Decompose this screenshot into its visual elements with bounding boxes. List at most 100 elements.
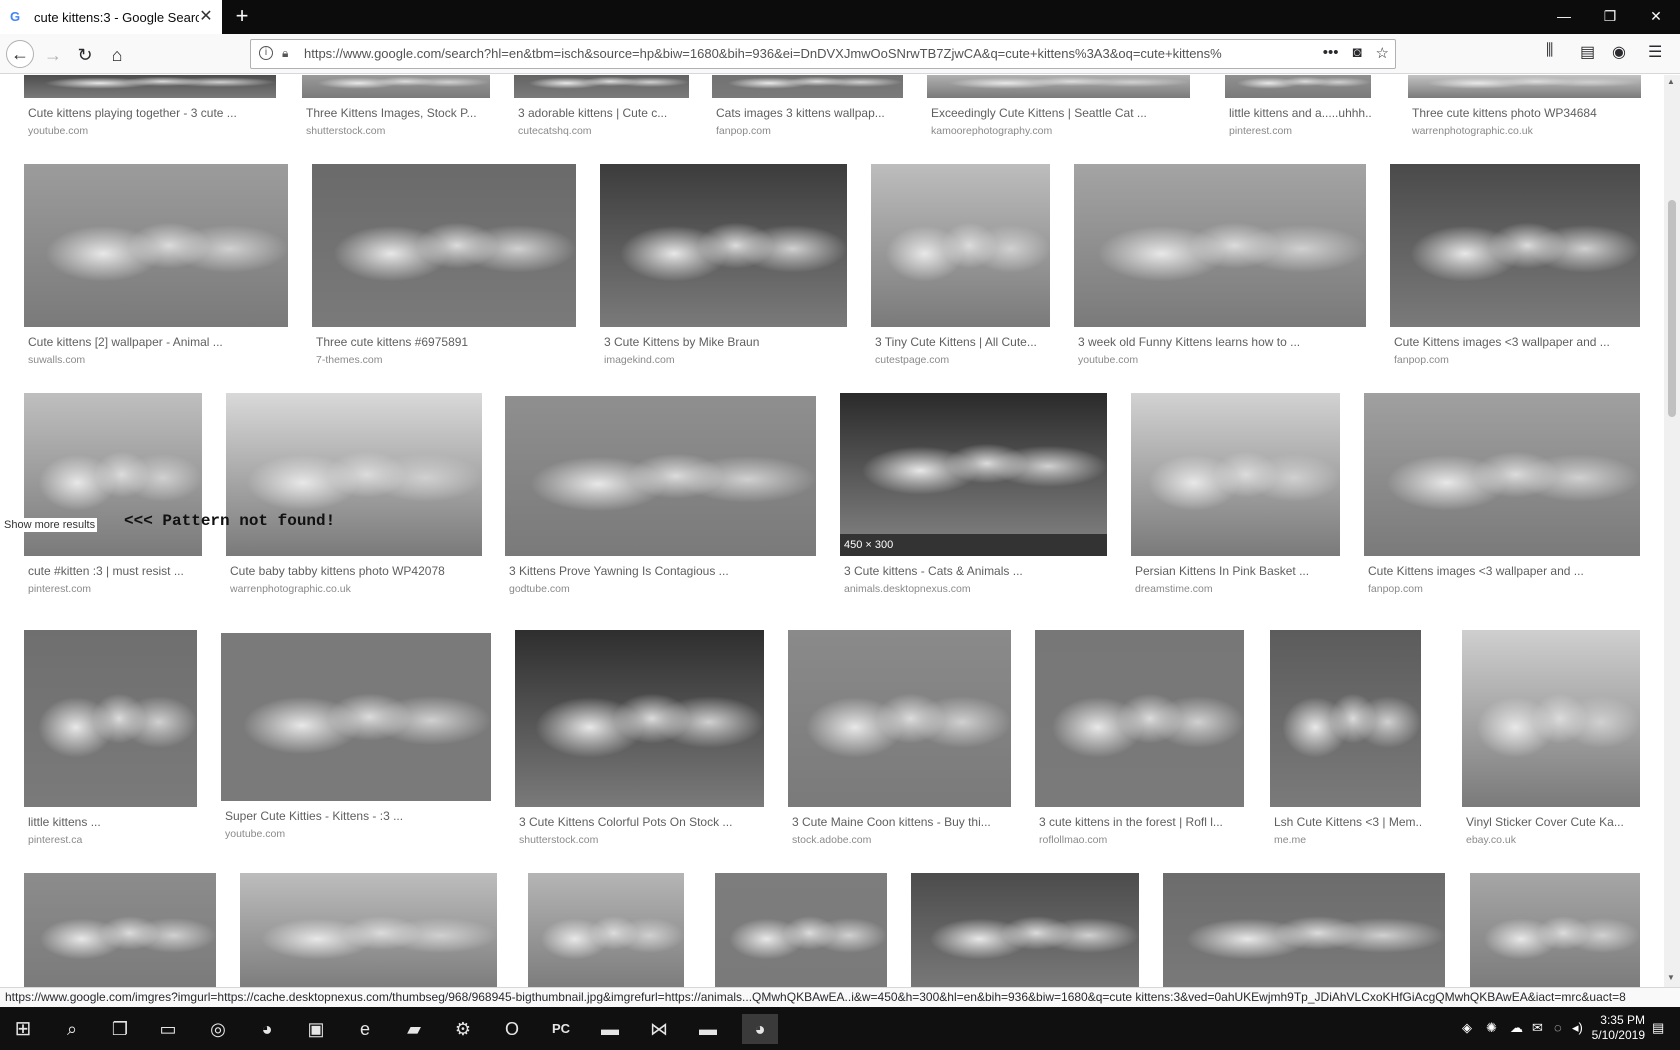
kitten-thumbnail-image[interactable] [1270,630,1421,807]
kitten-thumbnail-image[interactable] [1364,393,1640,556]
image-source-domain[interactable]: ebay.co.uk [1466,834,1640,846]
info-icon[interactable]: i [259,46,273,60]
terminal-icon[interactable]: ▬ [595,1014,625,1044]
firefox-icon[interactable]: ◕ [252,1014,282,1044]
visual-studio-icon[interactable]: ⋈ [644,1014,674,1044]
kitten-thumbnail-image[interactable] [1408,75,1641,98]
minimize-icon[interactable]: — [1541,0,1587,34]
image-caption[interactable]: 3 Cute Maine Coon kittens - Buy thi... [792,815,1011,829]
action-center-icon[interactable]: ▤ [1652,1020,1664,1036]
kitten-thumbnail-image[interactable] [1131,393,1340,556]
image-caption[interactable]: Three Kittens Images, Stock P... [306,106,490,120]
kitten-thumbnail-image[interactable] [712,75,903,98]
image-caption[interactable]: Persian Kittens In Pink Basket ... [1135,564,1340,578]
image-source-domain[interactable]: pinterest.ca [28,834,197,846]
image-source-domain[interactable]: shutterstock.com [519,834,764,846]
image-caption[interactable]: 3 Tiny Cute Kittens | All Cute... [875,335,1050,349]
browser-tab[interactable]: G cute kittens:3 - Google Search ✕ [0,0,222,34]
forward-arrow-icon[interactable]: → [40,42,66,68]
kitten-thumbnail-image[interactable] [221,633,491,801]
cloud-tray-icon[interactable]: ☁ [1510,1020,1523,1036]
image-caption[interactable]: little kittens and a.....uhhh.... [1229,106,1371,120]
image-source-domain[interactable]: imagekind.com [604,354,847,366]
image-source-domain[interactable]: suwalls.com [28,354,288,366]
image-caption[interactable]: Three cute kittens photo WP34684 [1412,106,1641,120]
folder-icon[interactable]: ▰ [399,1014,429,1044]
image-source-domain[interactable]: kamoorephotography.com [931,125,1190,137]
kitten-thumbnail-image[interactable] [24,630,197,807]
maximize-icon[interactable]: ❐ [1587,0,1633,34]
new-tab-plus-icon[interactable]: + [230,5,254,29]
image-caption[interactable]: 3 Kittens Prove Yawning Is Contagious ..… [509,564,816,578]
kitten-thumbnail-image[interactable] [840,393,1107,534]
vertical-scrollbar[interactable]: ▲ ▼ [1664,75,1680,987]
search-icon[interactable]: ⌕ [57,1014,87,1044]
kitten-thumbnail-image[interactable] [24,873,216,987]
kitten-thumbnail-image[interactable] [240,873,497,987]
image-source-domain[interactable]: warrenphotographic.co.uk [1412,125,1641,137]
image-caption[interactable]: 3 week old Funny Kittens learns how to .… [1078,335,1366,349]
image-caption[interactable]: Exceedingly Cute Kittens | Seattle Cat .… [931,106,1190,120]
image-source-domain[interactable]: pinterest.com [28,583,202,595]
kitten-thumbnail-image[interactable] [528,873,684,987]
kitten-thumbnail-image[interactable] [505,396,816,556]
image-source-domain[interactable]: youtube.com [1078,354,1366,366]
image-caption[interactable]: Cute kittens playing together - 3 cute .… [28,106,276,120]
image-source-domain[interactable]: 7-themes.com [316,354,576,366]
image-caption[interactable]: 3 Cute Kittens Colorful Pots On Stock ..… [519,815,764,829]
notification-tray-icon[interactable]: ✉ [1532,1020,1543,1036]
settings-tray-icon[interactable]: ✺ [1486,1020,1497,1036]
kitten-thumbnail-image[interactable] [302,75,490,98]
kitten-thumbnail-image[interactable] [871,164,1050,327]
image-source-domain[interactable]: youtube.com [28,125,276,137]
image-source-domain[interactable]: warrenphotographic.co.uk [230,583,482,595]
image-caption[interactable]: Lsh Cute Kittens <3 | Mem... [1274,815,1421,829]
kitten-thumbnail-image[interactable] [24,164,288,327]
kitten-thumbnail-image[interactable] [600,164,847,327]
steam-icon[interactable]: ⚙ [448,1014,478,1044]
image-source-domain[interactable]: godtube.com [509,583,816,595]
kitten-thumbnail-image[interactable] [312,164,576,327]
chrome-icon[interactable]: ◎ [203,1014,233,1044]
home-icon[interactable]: ⌂ [104,42,130,68]
image-source-domain[interactable]: pinterest.com [1229,125,1371,137]
image-caption[interactable]: Cute kittens [2] wallpaper - Animal ... [28,335,288,349]
image-caption[interactable]: Cute baby tabby kittens photo WP42078 [230,564,482,578]
scroll-up-arrow-icon[interactable]: ▲ [1667,77,1675,86]
hamburger-menu-icon[interactable]: ☰ [1648,42,1662,62]
scrollbar-thumb[interactable] [1668,200,1676,417]
image-source-domain[interactable]: youtube.com [225,828,491,840]
image-caption[interactable]: Super Cute Kitties - Kittens - :3 ... [225,809,491,823]
image-source-domain[interactable]: shutterstock.com [306,125,490,137]
close-window-icon[interactable]: ✕ [1633,0,1679,34]
url-bar[interactable]: i 🔒︎ https://www.google.com/search?hl=en… [250,39,1396,69]
kitten-thumbnail-image[interactable] [927,75,1190,98]
kitten-thumbnail-image[interactable] [1462,630,1640,807]
pycharm-icon[interactable]: PC [546,1014,576,1044]
file-explorer-icon[interactable]: ▭ [153,1014,183,1044]
kitten-thumbnail-image[interactable] [1470,873,1640,987]
kitten-thumbnail-image[interactable] [788,630,1011,807]
image-source-domain[interactable]: fanpop.com [1394,354,1640,366]
kitten-thumbnail-image[interactable] [911,873,1139,987]
sidebar-icon[interactable]: ▤ [1580,42,1595,62]
wifi-tray-icon[interactable]: ◌ [1554,1020,1562,1035]
save-disk-icon[interactable]: ▣ [301,1014,331,1044]
windows-start-icon[interactable]: ⊞ [8,1014,38,1044]
network-tray-icon[interactable]: ◈ [1462,1020,1472,1036]
more-horizontal-icon[interactable]: ••• [1323,44,1339,62]
firefox-active-icon[interactable]: ◕ [742,1014,778,1044]
clock[interactable]: 3:35 PM 5/10/2019 [1585,1013,1645,1043]
image-source-domain[interactable]: cutestpage.com [875,354,1050,366]
image-caption[interactable]: 3 Cute kittens - Cats & Animals ... [844,564,1107,578]
image-caption[interactable]: 3 adorable kittens | Cute c... [518,106,689,120]
volume-tray-icon[interactable]: ◂) [1572,1020,1583,1036]
image-source-domain[interactable]: dreamstime.com [1135,583,1340,595]
image-source-domain[interactable]: roflollmao.com [1039,834,1244,846]
kitten-thumbnail-image[interactable] [24,75,276,98]
image-caption[interactable]: Vinyl Sticker Cover Cute Ka... [1466,815,1640,829]
reload-icon[interactable]: ↻ [72,42,98,68]
image-source-domain[interactable]: me.me [1274,834,1421,846]
image-source-domain[interactable]: fanpop.com [716,125,903,137]
image-caption[interactable]: Three cute kittens #6975891 [316,335,576,349]
